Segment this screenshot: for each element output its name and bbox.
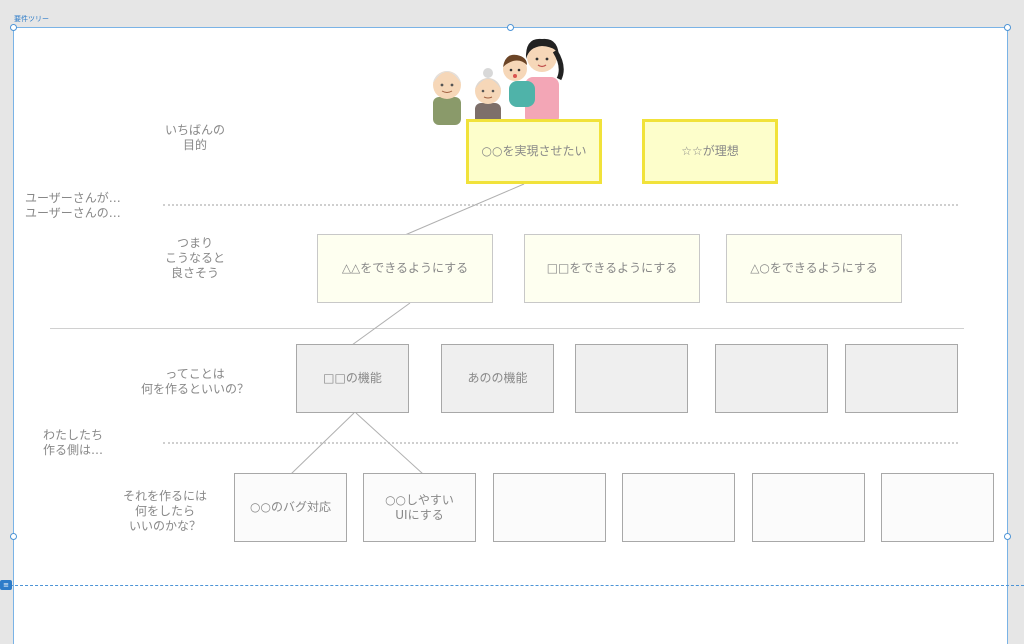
wish-box-1[interactable]: △△をできるようにする <box>317 234 493 303</box>
task-box-6[interactable] <box>881 473 994 542</box>
feature-box-3[interactable] <box>575 344 688 413</box>
connector-feature-task-2 <box>355 412 424 475</box>
goal-box-1[interactable]: ○○を実現させたい <box>466 119 602 184</box>
connector-goal-wish <box>404 183 525 236</box>
feature-box-5[interactable] <box>845 344 958 413</box>
task-box-1[interactable]: ○○のバグ対応 <box>234 473 347 542</box>
canvas: 要件ツリー ≡ いちばんの 目的 ユーザーさんが… ユーザーさんの… つまり こ… <box>0 0 1024 644</box>
connector-wish-feature <box>351 302 411 346</box>
wish-box-3[interactable]: △○をできるようにする <box>726 234 902 303</box>
task-box-2[interactable]: ○○しやすい UIにする <box>363 473 476 542</box>
connector-feature-task-1 <box>290 412 355 475</box>
grandpa-figure <box>433 71 461 125</box>
task-box-3[interactable] <box>493 473 606 542</box>
goal-box-2[interactable]: ☆☆が理想 <box>642 119 778 184</box>
grandma-figure <box>475 68 501 125</box>
feature-box-2[interactable]: あのの機能 <box>441 344 554 413</box>
feature-box-4[interactable] <box>715 344 828 413</box>
task-box-4[interactable] <box>622 473 735 542</box>
wish-box-2[interactable]: □□をできるようにする <box>524 234 700 303</box>
feature-box-1[interactable]: □□の機能 <box>296 344 409 413</box>
task-box-5[interactable] <box>752 473 865 542</box>
family-illustration <box>433 38 564 125</box>
